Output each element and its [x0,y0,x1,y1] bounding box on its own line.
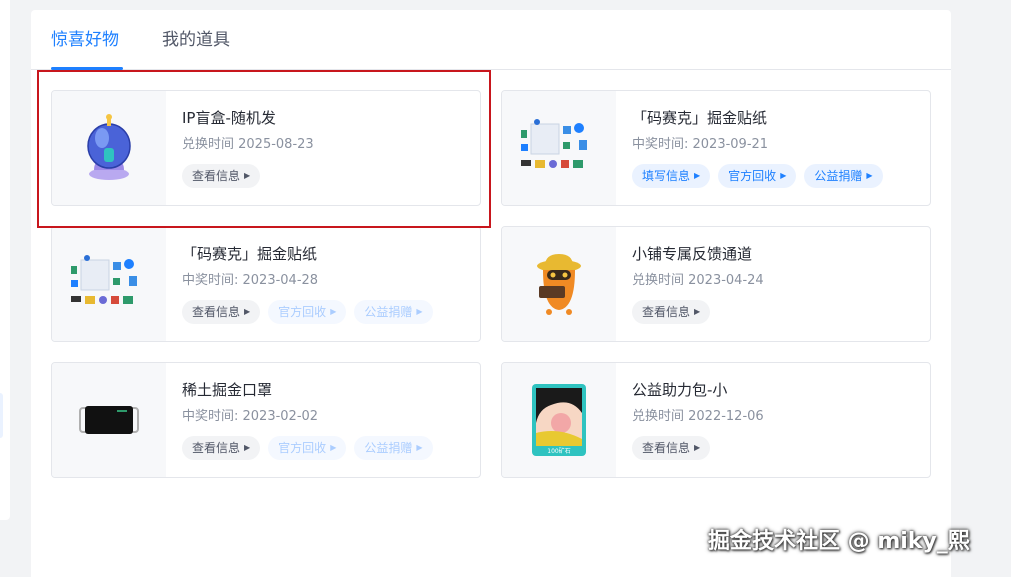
charity-donate-button[interactable]: 公益捐赠 ▶ [804,164,883,188]
button-label: 公益捐赠 [364,441,413,455]
button-label: 填写信息 [642,169,691,183]
caret-right-icon: ▶ [866,171,873,180]
prize-card: 「码赛克」掘金贴纸 中奖时间: 2023-04-28 查看信息 ▶ 官方回收 ▶ 公… [51,226,481,342]
prize-actions: 查看信息 ▶ [182,164,261,188]
caret-right-icon: ▶ [330,443,337,452]
left-sidebar-panel [0,0,10,520]
prize-thumbnail [52,227,166,341]
tab-my-props[interactable]: 我的道具 [162,28,230,52]
caret-right-icon: ▶ [330,307,337,316]
caret-right-icon: ▶ [244,171,251,180]
prize-actions: 查看信息 ▶ [632,436,711,460]
caret-right-icon: ▶ [694,171,701,180]
active-tab-underline [51,67,123,70]
official-recycle-button[interactable]: 官方回收 ▶ [268,300,347,324]
caret-right-icon: ▶ [244,307,251,316]
prize-thumbnail: 100矿石 [502,363,616,477]
button-label: 公益捐赠 [814,169,863,183]
prize-card: IP盲盒-随机发 兑换时间 2025-08-23 查看信息 ▶ [51,90,481,206]
sticker-sheet-icon [71,255,137,304]
view-info-button[interactable]: 查看信息 ▶ [632,436,711,460]
card-caption: 100矿石 [547,447,570,455]
watermark: 掘金技术社区 @ miky_熙 [708,529,970,554]
prize-card: 小铺专属反馈通道 兑换时间 2023-04-24 查看信息 ▶ [501,226,931,342]
prize-card: 「码赛克」掘金贴纸 中奖时间: 2023-09-21 填写信息 ▶ 官方回收 ▶ 公… [501,90,931,206]
caret-right-icon: ▶ [694,443,701,452]
view-info-button[interactable]: 查看信息 ▶ [182,164,261,188]
button-label: 查看信息 [192,305,241,319]
prize-thumbnail [502,227,616,341]
view-info-button[interactable]: 查看信息 ▶ [182,436,261,460]
prize-card: 100矿石 公益助力包-小 兑换时间 2022-12-06 查看信息 ▶ [501,362,931,478]
caret-right-icon: ▶ [244,443,251,452]
charity-donate-button[interactable]: 公益捐赠 ▶ [354,436,433,460]
fill-info-button[interactable]: 填写信息 ▶ [632,164,711,188]
prize-actions: 填写信息 ▶ 官方回收 ▶ 公益捐赠 ▶ [632,164,883,188]
prize-time: 中奖时间: 2023-09-21 [632,137,769,152]
prize-title: 「码赛克」掘金贴纸 [632,109,768,127]
prize-card: 稀土掘金口罩 中奖时间: 2023-02-02 查看信息 ▶ 官方回收 ▶ 公益捐赠… [51,362,481,478]
prize-title: 稀土掘金口罩 [182,381,273,399]
charity-donate-button[interactable]: 公益捐赠 ▶ [354,300,433,324]
prize-title: IP盲盒-随机发 [182,109,276,127]
charity-card-icon: 100矿石 [532,384,586,456]
prize-thumbnail [52,363,166,477]
view-info-button[interactable]: 查看信息 ▶ [632,300,711,324]
prize-time: 兑换时间 2023-04-24 [632,273,764,288]
prize-actions: 查看信息 ▶ 官方回收 ▶ 公益捐赠 ▶ [182,300,433,324]
button-label: 查看信息 [642,305,691,319]
button-label: 查看信息 [192,441,241,455]
tab-surprise-goods[interactable]: 惊喜好物 [51,28,119,52]
button-label: 官方回收 [278,305,327,319]
prize-thumbnail [52,91,166,205]
prize-title: 公益助力包-小 [632,381,728,399]
caret-right-icon: ▶ [694,307,701,316]
caret-right-icon: ▶ [416,443,423,452]
button-label: 查看信息 [642,441,691,455]
mascot-icon [537,254,581,315]
sidebar-active-indicator [0,393,3,438]
button-label: 官方回收 [728,169,777,183]
official-recycle-button[interactable]: 官方回收 ▶ [268,436,347,460]
prize-actions: 查看信息 ▶ [632,300,711,324]
prize-panel: 惊喜好物 我的道具 IP盲盒-随机发 兑换时间 2025-08-23 查看信息 ▶ [31,10,951,577]
tab-bar: 惊喜好物 我的道具 [31,10,951,70]
official-recycle-button[interactable]: 官方回收 ▶ [718,164,797,188]
prize-actions: 查看信息 ▶ 官方回收 ▶ 公益捐赠 ▶ [182,436,433,460]
caret-right-icon: ▶ [780,171,787,180]
button-label: 查看信息 [192,169,241,183]
button-label: 公益捐赠 [364,305,413,319]
prize-thumbnail [502,91,616,205]
prize-title: 「码赛克」掘金贴纸 [182,245,318,263]
view-info-button[interactable]: 查看信息 ▶ [182,300,261,324]
blind-box-icon [87,114,131,180]
prize-time: 兑换时间 2025-08-23 [182,137,314,152]
prize-title: 小铺专属反馈通道 [632,245,753,263]
prize-time: 中奖时间: 2023-02-02 [182,409,319,424]
sticker-sheet-icon [521,119,587,168]
prize-time: 兑换时间 2022-12-06 [632,409,764,424]
button-label: 官方回收 [278,441,327,455]
prize-time: 中奖时间: 2023-04-28 [182,273,319,288]
face-mask-icon [79,406,139,434]
caret-right-icon: ▶ [416,307,423,316]
